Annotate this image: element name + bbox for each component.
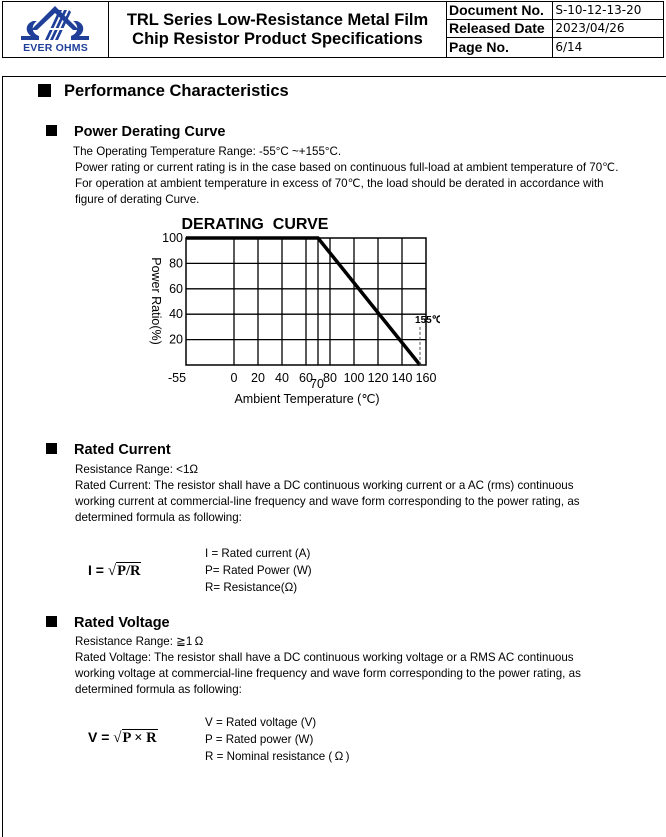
section-title: Performance Characteristics (64, 82, 289, 100)
logo-text: EVER OHMS (3, 42, 108, 54)
x-tick-label: -55 (168, 371, 186, 385)
meta-row-page-no: Page No. 6/14 (447, 38, 663, 58)
bullet-square-icon (38, 84, 51, 97)
document-title: TRL Series Low-Resistance Metal Film Chi… (109, 2, 447, 57)
meta-value: 2023/04/26 (553, 20, 663, 38)
document-header: EVER OHMS TRL Series Low-Resistance Meta… (2, 1, 664, 58)
bullet-square-icon (46, 125, 57, 136)
y-tick-label: 20 (169, 333, 183, 347)
y-tick-labels: 20 40 60 80 100 (162, 231, 183, 347)
formula-radicand: P/R (116, 562, 141, 579)
text-line: Power rating or current rating is in the… (75, 160, 618, 176)
bullet-square-icon (46, 616, 57, 627)
derating-chart: DERATING CURVE 20 40 60 80 100 -55 0 20 40 60 80 1… (130, 205, 440, 415)
subsection-title: Power Derating Curve (74, 124, 226, 140)
meta-label: Released Date (447, 20, 553, 38)
text-line: determined formula as following: (75, 682, 581, 698)
meta-label: Page No. (447, 38, 553, 58)
legend-line: P = Rated power (W) (205, 731, 349, 748)
meta-value: 6/14 (553, 38, 663, 58)
subsection-heading-rated-voltage: Rated Voltage (46, 615, 170, 631)
subsection-heading-derating: Power Derating Curve (46, 124, 226, 140)
meta-label: Document No. (447, 2, 553, 20)
text-line: Resistance Range: <1Ω (75, 462, 580, 478)
rated-voltage-description: Resistance Range: ≧1 Ω Rated Voltage: Th… (75, 634, 581, 698)
rated-current-legend: I = Rated current (A) P= Rated Power (W)… (205, 545, 312, 596)
rated-current-description: Resistance Range: <1Ω Rated Current: The… (75, 462, 580, 526)
y-axis-label: Power Ratio(%) (149, 257, 163, 345)
x-tick-label: 100 (344, 371, 365, 385)
rated-current-formula: I = √P/R (88, 562, 141, 580)
formula-lhs: I = (88, 562, 104, 578)
text-line: Rated Voltage: The resistor shall have a… (75, 650, 581, 666)
x-tick-labels: -5502040608010012014016070 (168, 371, 437, 391)
meta-row-released-date: Released Date 2023/04/26 (447, 20, 663, 38)
rated-voltage-legend: V = Rated voltage (V) P = Rated power (W… (205, 714, 349, 765)
text-line: Resistance Range: ≧1 Ω (75, 634, 581, 650)
x-tick-label: 40 (275, 371, 289, 385)
meta-value: S-10-12-13-20 (553, 2, 663, 20)
x-tick-label: 160 (416, 371, 437, 385)
chart-grid (186, 238, 426, 365)
title-line-2: Chip Resistor Product Specifications (109, 30, 446, 49)
x-tick-label: 20 (251, 371, 265, 385)
text-line: The Operating Temperature Range: -55°C ~… (73, 144, 618, 160)
annotation-label: 155℃ (415, 315, 440, 326)
x-axis-label: Ambient Temperature (℃) (234, 392, 379, 406)
x-tick-label-extra: 70 (310, 377, 324, 391)
formula-lhs: V = (88, 729, 109, 745)
legend-line: I = Rated current (A) (205, 545, 312, 562)
y-tick-label: 100 (162, 231, 183, 245)
chart-title: DERATING CURVE (182, 216, 329, 233)
subsection-title: Rated Current (74, 442, 171, 458)
section-heading: Performance Characteristics (38, 82, 289, 101)
square-root-icon: √ (113, 730, 121, 746)
y-tick-label: 40 (169, 307, 183, 321)
x-tick-label: 80 (323, 371, 337, 385)
x-tick-label: 140 (392, 371, 413, 385)
logo-cell: EVER OHMS (3, 2, 109, 57)
legend-line: R = Nominal resistance ( Ω ) (205, 748, 349, 765)
legend-line: V = Rated voltage (V) (205, 714, 349, 731)
title-line-1: TRL Series Low-Resistance Metal Film (109, 11, 446, 30)
derating-curve-line (186, 238, 420, 365)
x-tick-label: 120 (368, 371, 389, 385)
square-root-icon: √ (108, 563, 116, 579)
formula-radicand: P × R (122, 729, 158, 746)
legend-line: R= Resistance(Ω) (205, 579, 312, 596)
text-line: For operation at ambient temperature in … (75, 176, 618, 192)
text-line: working current at commercial-line frequ… (75, 494, 580, 510)
rated-voltage-formula: V = √P × R (88, 729, 158, 747)
y-tick-label: 80 (169, 256, 183, 270)
derating-description: The Operating Temperature Range: -55°C ~… (75, 144, 618, 208)
text-line: Rated Current: The resistor shall have a… (75, 478, 580, 494)
subsection-heading-rated-current: Rated Current (46, 442, 171, 458)
bullet-square-icon (46, 443, 57, 454)
text-line: working voltage at commercial-line frequ… (75, 666, 581, 682)
x-tick-label: 0 (231, 371, 238, 385)
text-line: determined formula as following: (75, 510, 580, 526)
subsection-title: Rated Voltage (74, 615, 170, 631)
ever-ohms-logo-icon (15, 4, 95, 44)
y-tick-label: 60 (169, 282, 183, 296)
meta-row-document-no: Document No. S-10-12-13-20 (447, 2, 663, 20)
document-meta-table: Document No. S-10-12-13-20 Released Date… (447, 2, 663, 57)
legend-line: P= Rated Power (W) (205, 562, 312, 579)
